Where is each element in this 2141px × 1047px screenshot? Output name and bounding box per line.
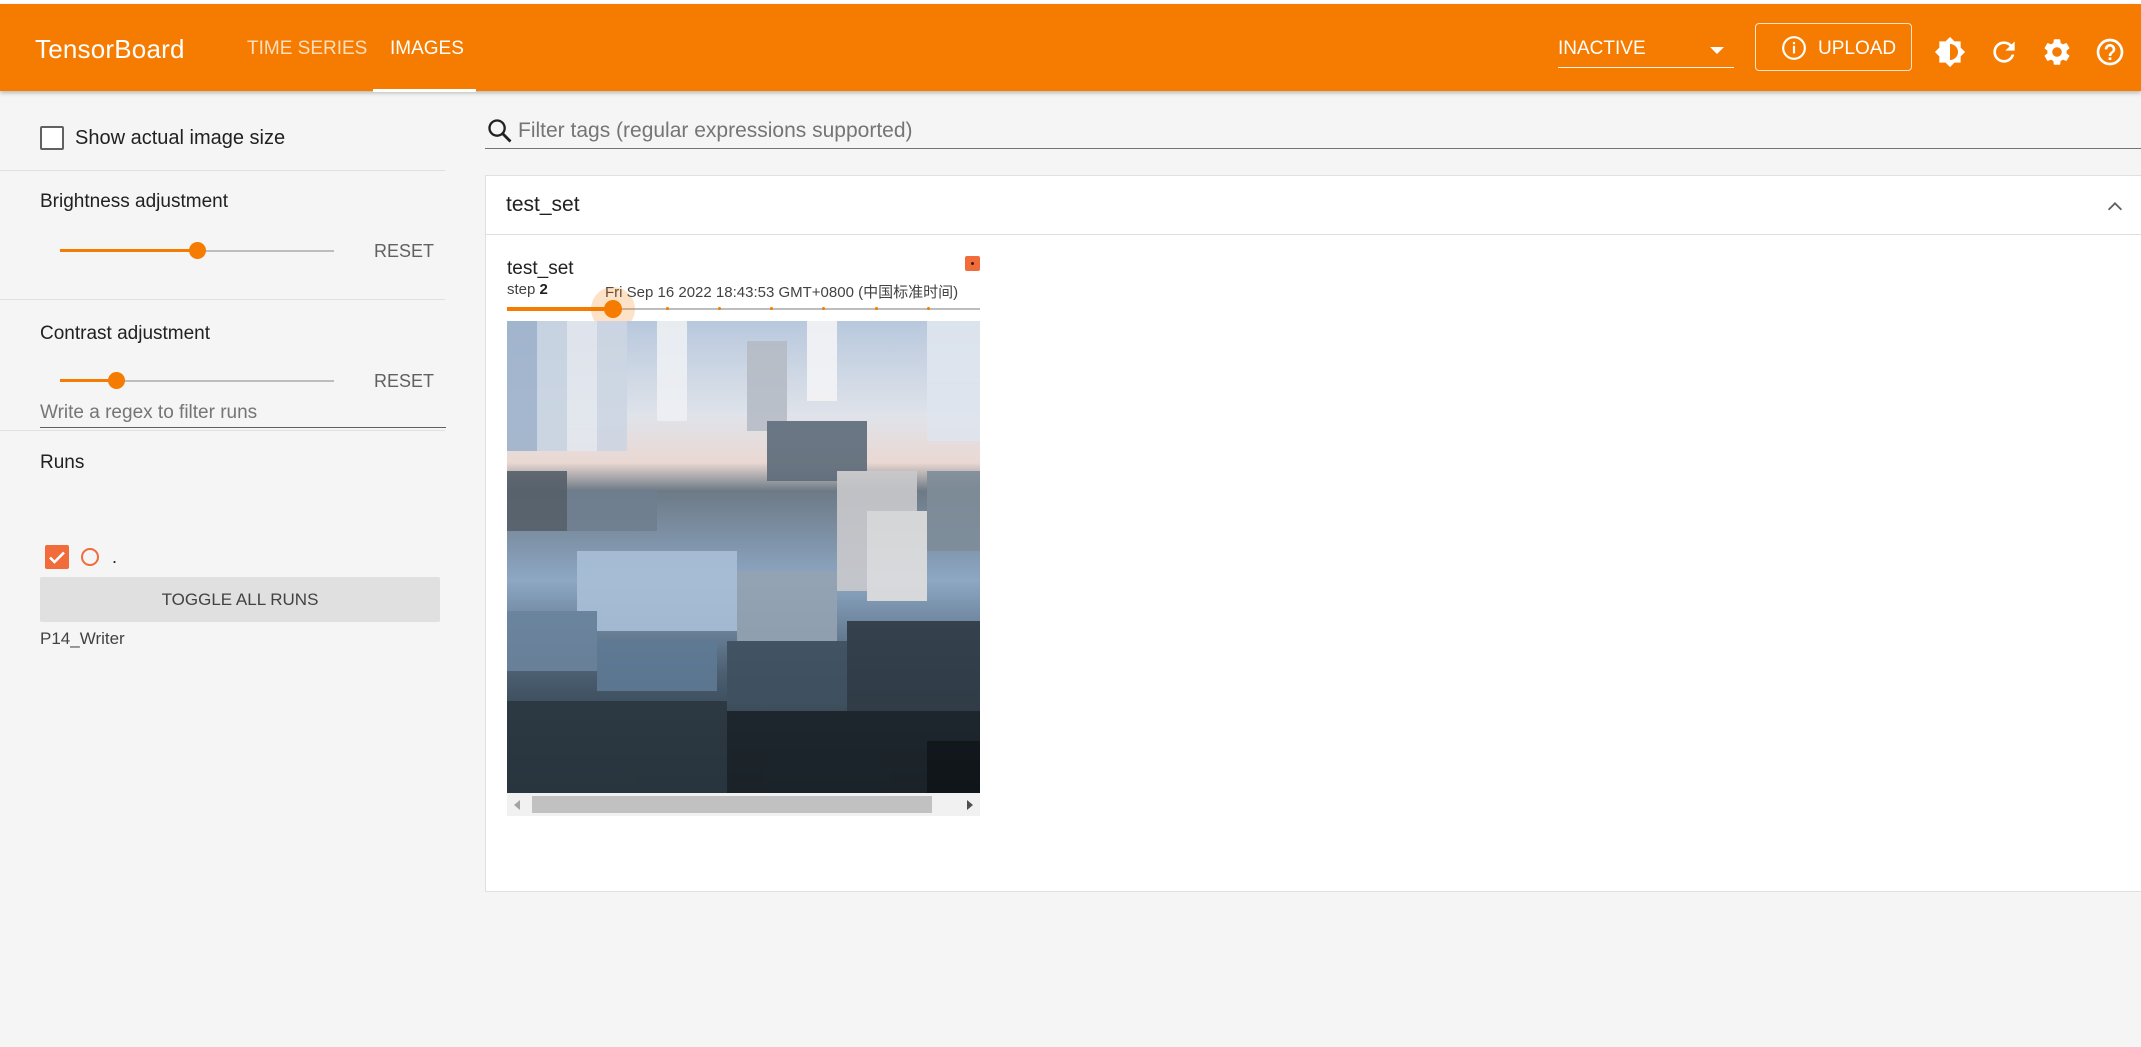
divider — [0, 430, 445, 431]
run-color-circle[interactable] — [81, 548, 99, 566]
divider — [0, 299, 445, 300]
show-actual-size-checkbox[interactable] — [40, 126, 64, 150]
step-slider-thumb[interactable] — [604, 300, 622, 318]
step-tick — [822, 307, 825, 310]
chevron-down-icon — [1710, 47, 1724, 54]
scrollbar-thumb[interactable] — [532, 796, 932, 813]
tag-group-title[interactable]: test_set — [506, 193, 580, 217]
show-actual-size-label: Show actual image size — [75, 127, 286, 149]
refresh-icon[interactable] — [1988, 36, 2020, 68]
tab-time-series[interactable]: TIME SERIES — [247, 38, 367, 60]
brand-title: TensorBoard — [35, 34, 185, 64]
scroll-left-arrow-icon[interactable] — [514, 800, 520, 810]
status-select-value: INACTIVE — [1558, 38, 1646, 59]
contrast-slider-thumb[interactable] — [108, 372, 125, 389]
filter-tags-input[interactable] — [518, 115, 2141, 147]
pixelated-image-thumbnail — [507, 321, 980, 793]
run-checkbox[interactable] — [45, 545, 69, 569]
upload-button[interactable]: UPLOAD — [1755, 23, 1912, 71]
step-prefix: step — [507, 281, 536, 298]
settings-icon[interactable] — [2041, 36, 2073, 68]
step-tick — [770, 307, 773, 310]
step-tick — [718, 307, 721, 310]
card-header-divider — [486, 234, 2141, 235]
search-icon — [488, 119, 512, 143]
contrast-title: Contrast adjustment — [40, 323, 211, 344]
status-select[interactable]: INACTIVE — [1558, 26, 1734, 68]
top-toolbar: TensorBoard TIME SERIES IMAGES INACTIVE … — [0, 4, 2141, 92]
theme-toggle-icon[interactable] — [1934, 36, 1966, 68]
chevron-up-icon[interactable] — [2104, 196, 2126, 218]
image-timestamp: Fri Sep 16 2022 18:43:53 GMT+0800 (中国标准时… — [605, 284, 959, 301]
step-tick — [927, 307, 930, 310]
check-icon — [49, 551, 65, 564]
toggle-all-runs-button[interactable]: TOGGLE ALL RUNS — [40, 577, 440, 622]
upload-label: UPLOAD — [1818, 38, 1897, 59]
step-label: step 2 — [507, 281, 548, 298]
tag-group-card: test_set test_set step 2 Fri Sep 16 2022… — [485, 175, 2141, 892]
brightness-reset-button[interactable]: RESET — [374, 241, 434, 262]
run-name: . — [112, 547, 118, 567]
run-writer-label: P14_Writer — [40, 629, 125, 648]
step-tick — [875, 307, 878, 310]
tab-images[interactable]: IMAGES — [390, 38, 464, 60]
sample-image — [507, 321, 980, 793]
image-horizontal-scrollbar[interactable] — [507, 793, 980, 816]
filter-underline — [485, 148, 2141, 149]
step-tick — [666, 307, 669, 310]
step-value: 2 — [539, 281, 548, 298]
scroll-right-arrow-icon[interactable] — [967, 800, 973, 810]
run-color-swatch — [965, 256, 980, 271]
runs-filter-input[interactable] — [40, 398, 446, 428]
help-icon[interactable] — [2094, 36, 2126, 68]
image-card-tag: test_set — [507, 258, 574, 279]
divider — [0, 170, 445, 171]
brightness-slider-fill — [60, 249, 197, 252]
runs-title: Runs — [40, 452, 85, 473]
info-icon — [1782, 36, 1806, 60]
brightness-title: Brightness adjustment — [40, 191, 228, 212]
brightness-slider-thumb[interactable] — [189, 242, 206, 259]
contrast-reset-button[interactable]: RESET — [374, 371, 434, 392]
